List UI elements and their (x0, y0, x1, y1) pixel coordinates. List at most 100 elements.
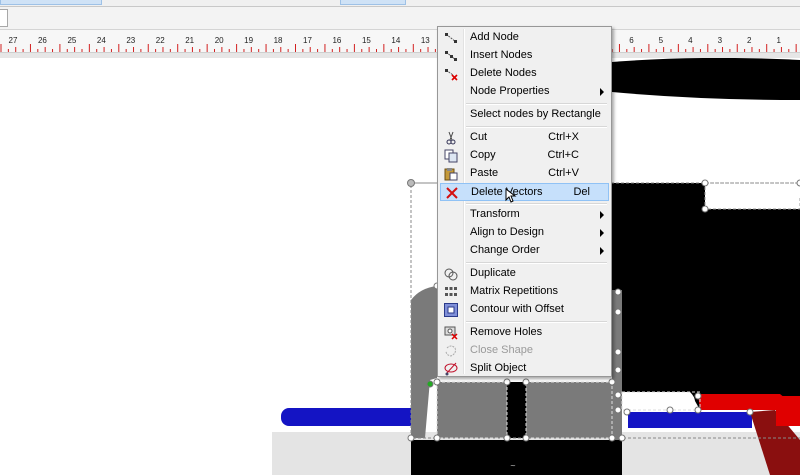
close-shape-icon (444, 344, 458, 358)
ruler-label: 26 (37, 36, 47, 45)
node-handle (618, 434, 626, 442)
menu-shortcut: Del (573, 186, 590, 198)
add-node-icon (444, 31, 458, 45)
ruler-label: 20 (214, 36, 224, 45)
node-handle (433, 378, 441, 386)
ruler-label: 22 (155, 36, 165, 45)
ruler-label: 25 (67, 36, 77, 45)
node-handle (623, 408, 631, 416)
blue-bar-right (628, 412, 752, 428)
ruler-label: 14 (391, 36, 401, 45)
node-handle (503, 434, 511, 442)
node-handle (746, 408, 754, 416)
ruler-label: 21 (185, 36, 195, 45)
tab-hint-right[interactable] (340, 0, 406, 5)
menu-item-delete-nodes[interactable]: Delete Nodes (440, 65, 609, 83)
node-handle (666, 406, 674, 414)
ruler-label: 1 (776, 36, 781, 45)
menu-item-cut[interactable]: Cut Ctrl+X (440, 129, 609, 147)
menu-item-paste[interactable]: Paste Ctrl+V (440, 165, 609, 183)
menu-item-insert-nodes[interactable]: Insert Nodes (440, 47, 609, 65)
menu-item-label: Contour with Offset (470, 303, 564, 315)
menu-item-label: Node Properties (470, 85, 550, 97)
menu-item-contour-with-offset[interactable]: Contour with Offset (440, 301, 609, 319)
node-handle (433, 434, 441, 442)
menu-item-label: Align to Design (470, 226, 544, 238)
menu-item-label: Select nodes by Rectangle (470, 108, 601, 120)
ruler-label: 17 (303, 36, 312, 45)
gray-left-shape (411, 286, 437, 438)
node-handle (614, 288, 622, 296)
node-handle (608, 378, 616, 386)
white-cutout (622, 392, 695, 410)
menu-item-label: Duplicate (470, 267, 516, 279)
ruler-label: 4 (688, 36, 693, 45)
menu-item-label: Split Object (470, 362, 527, 374)
node-handle (614, 406, 622, 414)
toolbar-field[interactable] (0, 9, 8, 27)
node-handle (694, 392, 702, 400)
menu-item-split-object[interactable]: Split Object (440, 360, 609, 378)
node-handle (701, 205, 709, 213)
menu-item-select-nodes-by-rectangle[interactable]: Select nodes by Rectangle (440, 106, 609, 124)
menu-separator (466, 262, 607, 264)
menu-separator (466, 126, 607, 128)
menu-item-delete-vectors[interactable]: Delete Vectors Del (440, 183, 609, 201)
menu-item-label: Insert Nodes (470, 49, 533, 61)
menu-item-label: Close Shape (470, 344, 533, 356)
menu-item-transform[interactable]: Transform (440, 206, 609, 224)
menu-item-label: Add Node (470, 31, 519, 43)
menu-item-add-node[interactable]: Add Node (440, 29, 609, 47)
menu-item-matrix-repetitions[interactable]: Matrix Repetitions (440, 283, 609, 301)
node-handle (522, 434, 530, 442)
ruler-label: 18 (273, 36, 283, 45)
menu-item-change-order[interactable]: Change Order (440, 242, 609, 260)
menu-item-align-to-design[interactable]: Align to Design (440, 224, 609, 242)
copy-icon (444, 149, 458, 163)
horizontal-ruler[interactable]: 2726252423222120191817161514131211109876… (0, 30, 800, 53)
design-canvas[interactable]: ~ (0, 58, 800, 475)
ruler-label: 19 (244, 36, 254, 45)
menu-separator (466, 321, 607, 323)
node-handle (614, 348, 622, 356)
red-x-icon (445, 186, 459, 200)
menu-separator (466, 103, 607, 105)
ruler-label: 23 (126, 36, 136, 45)
ruler-label: 16 (332, 36, 342, 45)
menu-item-label: Remove Holes (470, 326, 543, 338)
node-handle (694, 406, 702, 414)
ruler-label: 15 (361, 36, 371, 45)
submenu-arrow-icon (600, 88, 604, 96)
menu-item-remove-holes[interactable]: Remove Holes (440, 324, 609, 342)
menu-shortcut: Ctrl+X (548, 131, 579, 143)
remove-holes-icon (444, 326, 458, 340)
menu-item-copy[interactable]: Copy Ctrl+C (440, 147, 609, 165)
insert-nodes-icon (444, 49, 458, 63)
menu-item-label: Change Order (470, 244, 540, 256)
menu-item-duplicate[interactable]: Duplicate (440, 265, 609, 283)
menu-item-label: Copy (470, 149, 496, 161)
menu-separator (466, 203, 607, 205)
menu-item-node-properties[interactable]: Node Properties (440, 83, 609, 101)
mouse-pointer-icon (505, 187, 517, 207)
menu-item-label: Matrix Repetitions (470, 285, 559, 297)
menu-item-label: Paste (470, 167, 499, 179)
ruler-label: 24 (96, 36, 106, 45)
node-handle (426, 380, 434, 388)
submenu-arrow-icon (600, 229, 604, 237)
node-handle (407, 179, 415, 187)
gray-block-1 (437, 382, 507, 438)
contour-offset-icon (444, 303, 458, 317)
canvas-drawing: ~ (272, 58, 800, 475)
tab-hint-left[interactable] (0, 0, 102, 5)
node-handle (608, 434, 616, 442)
menu-item-close-shape[interactable]: Close Shape (440, 342, 609, 360)
split-object-icon (444, 362, 458, 376)
menu-item-label: Cut (470, 131, 488, 143)
mark-glyph: ~ (510, 462, 516, 470)
blue-bar-left (281, 408, 421, 426)
ruler-label: 6 (629, 36, 634, 45)
menu-item-label: Transform (470, 208, 520, 220)
ruler-label: 2 (747, 36, 752, 45)
ruler-label: 27 (8, 36, 18, 45)
